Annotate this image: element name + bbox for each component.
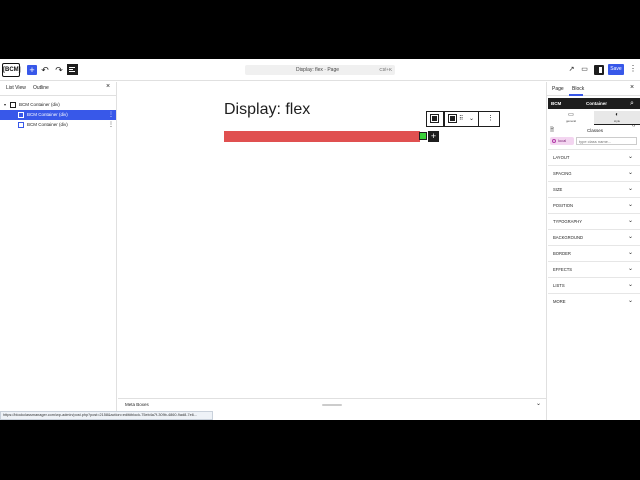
save-button[interactable]: Save — [608, 64, 624, 75]
classes-icon: 🗎 — [550, 127, 555, 133]
close-icon[interactable]: × — [630, 84, 634, 91]
list-item[interactable]: BCM Container (div) ⋮ — [0, 120, 116, 130]
active-tab-indicator — [569, 94, 583, 96]
block-options-icon[interactable]: ⋮ — [108, 110, 114, 120]
tab-block[interactable]: Block — [572, 86, 584, 92]
sidebar-tabs: Page Block × — [547, 82, 640, 96]
chevron-down-icon: ⌄ — [628, 202, 634, 208]
add-block-button[interactable]: + — [27, 65, 37, 75]
section-background[interactable]: BACKGROUND ⌄ — [548, 229, 640, 245]
chevron-down-icon: ⌄ — [628, 250, 634, 256]
chevron-down-icon: ⌄ — [628, 266, 634, 272]
preview-device-icon[interactable]: ▭ — [580, 65, 589, 74]
page-heading[interactable]: Display: flex — [224, 101, 310, 119]
container-icon — [10, 102, 16, 108]
bcm-logo[interactable]: [BCM] — [2, 63, 21, 77]
bcm-label: BCM — [551, 101, 562, 106]
section-size[interactable]: SIZE ⌄ — [548, 181, 640, 197]
editor-canvas[interactable]: Display: flex ⠿ ⌄ ⋮ + — [118, 82, 546, 398]
command-palette[interactable]: Display: flex · Page Ctrl+K — [245, 65, 395, 75]
more-options-icon[interactable]: ⋮ — [487, 114, 494, 122]
resize-handle[interactable] — [322, 404, 342, 406]
style-icon: ◐ — [615, 112, 619, 118]
top-toolbar: [BCM] + ↶ ↷ Display: flex · Page Ctrl+K … — [0, 59, 640, 81]
chevron-down-icon[interactable]: ▾ — [4, 100, 6, 110]
close-icon[interactable]: × — [106, 83, 110, 90]
mode-general[interactable]: ▭ general — [548, 111, 594, 125]
block-inserter-button[interactable]: + — [428, 131, 439, 142]
mode-switcher: ▭ general ◐ style — [548, 111, 640, 125]
chevron-down-icon: ⌄ — [628, 154, 634, 160]
select-parent-button[interactable] — [426, 111, 444, 127]
settings-sidebar-icon[interactable] — [594, 65, 604, 75]
section-effects[interactable]: EFFECTS ⌄ — [548, 261, 640, 277]
list-view-tabs: List View Outline × — [0, 82, 117, 96]
document-overview-icon[interactable] — [67, 64, 78, 75]
section-layout[interactable]: LAYOUT ⌄ — [548, 149, 640, 165]
chevron-down-icon[interactable]: ⌄ — [536, 400, 541, 407]
list-item-label: BCM Container (div) — [27, 122, 68, 127]
move-arrows-icon[interactable]: ⌄ — [469, 115, 474, 122]
list-item-selected[interactable]: BCM Container (div) ⋮ — [0, 110, 116, 120]
list-view-panel: List View Outline × ▾ BCM Container (div… — [0, 82, 117, 420]
undo-icon[interactable]: ↶ — [40, 64, 50, 76]
editor-window: [BCM] + ↶ ↷ Display: flex · Page Ctrl+K … — [0, 59, 640, 420]
document-title: Display: flex · Page — [295, 67, 340, 73]
chevron-down-icon: ⌄ — [628, 170, 634, 176]
local-icon — [552, 139, 556, 143]
block-toolbar: ⠿ ⌄ ⋮ — [444, 111, 500, 127]
section-border[interactable]: BORDER ⌄ — [548, 245, 640, 261]
toolbar-divider — [478, 112, 479, 126]
chevron-down-icon: ⌄ — [628, 218, 634, 224]
classes-label: Classes — [587, 128, 604, 133]
section-spacing[interactable]: SPACING ⌄ — [548, 165, 640, 181]
flex-child-block[interactable] — [419, 132, 427, 140]
local-class-badge[interactable]: local — [550, 137, 574, 145]
class-name-input[interactable] — [576, 137, 637, 145]
list-item-label: BCM Container (div) — [19, 102, 60, 107]
flex-container-block[interactable] — [224, 131, 420, 142]
section-typography[interactable]: TYPOGRAPHY ⌄ — [548, 213, 640, 229]
container-icon[interactable] — [448, 114, 457, 123]
redo-icon[interactable]: ↷ — [54, 64, 64, 76]
options-menu-icon[interactable]: ⋮ — [629, 64, 637, 73]
bcm-block-header: BCM Container ⌕ — [548, 98, 640, 109]
tab-list-view[interactable]: List View — [6, 85, 26, 91]
general-icon: ▭ — [568, 112, 574, 118]
list-item-label: BCM Container (div) — [27, 112, 68, 117]
container-icon — [18, 112, 24, 118]
chevron-down-icon: ⌄ — [628, 234, 634, 240]
search-icon[interactable]: ⌕ — [630, 98, 634, 109]
container-icon — [430, 114, 439, 123]
list-item[interactable]: ▾ BCM Container (div) — [0, 100, 116, 110]
section-more[interactable]: MORE ⌄ — [548, 293, 640, 309]
section-lists[interactable]: LISTS ⌄ — [548, 277, 640, 293]
command-shortcut: Ctrl+K — [379, 67, 392, 72]
section-position[interactable]: POSITION ⌄ — [548, 197, 640, 213]
block-options-icon[interactable]: ⋮ — [108, 120, 114, 130]
container-icon — [18, 122, 24, 128]
meta-boxes-label: Meta Boxes — [125, 402, 149, 407]
status-url: https://blockclassmanager.com/wp-admin/p… — [0, 411, 213, 420]
expand-icon[interactable]: ‹› — [632, 123, 635, 129]
tab-outline[interactable]: Outline — [33, 85, 49, 91]
chevron-down-icon: ⌄ — [628, 298, 634, 304]
chevron-down-icon: ⌄ — [628, 282, 634, 288]
chevron-down-icon: ⌄ — [628, 186, 634, 192]
block-name: Container — [586, 101, 608, 106]
drag-handle-icon[interactable]: ⠿ — [459, 115, 463, 122]
meta-boxes-bar: Meta Boxes ⌄ — [118, 398, 546, 411]
view-external-icon[interactable]: ↗ — [567, 65, 576, 74]
settings-sidebar: Page Block × BCM Container ⌕ ▭ general ◐… — [546, 82, 640, 420]
tab-page[interactable]: Page — [552, 86, 564, 92]
